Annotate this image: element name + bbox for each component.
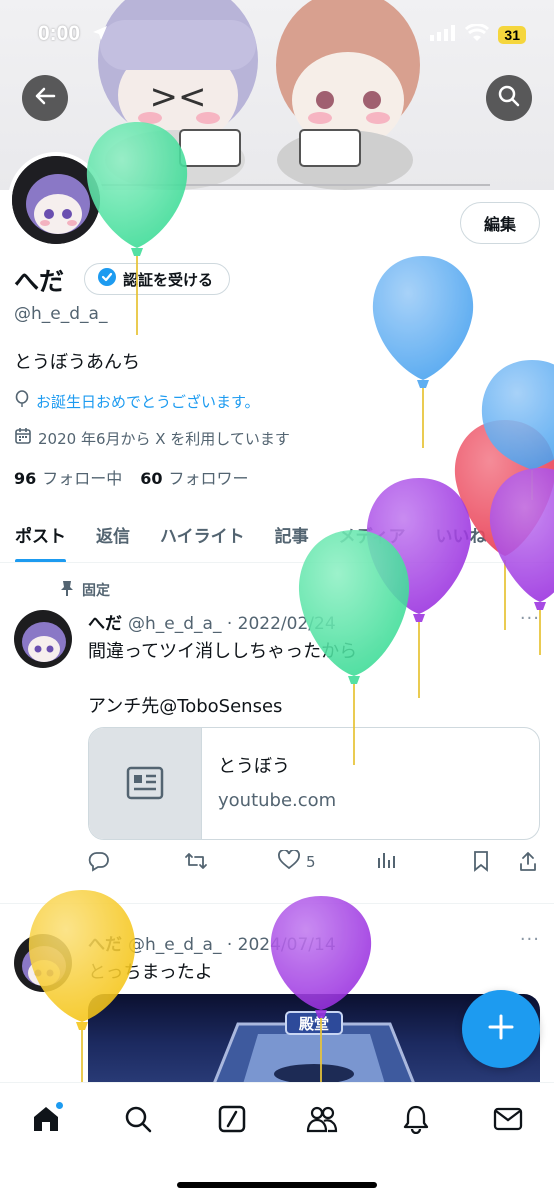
- followers-link[interactable]: 60 フォロワー: [140, 465, 248, 489]
- get-verified-button[interactable]: 認証を受ける: [84, 263, 231, 295]
- link-card-domain: youtube.com: [218, 790, 337, 811]
- pin-icon: [60, 580, 74, 600]
- nav-communities[interactable]: [302, 1101, 342, 1141]
- tab-posts[interactable]: ポスト: [0, 505, 81, 562]
- balloon-icon: [372, 256, 474, 448]
- nav-home[interactable]: [26, 1101, 66, 1141]
- profile-tabs: ポスト 返信 ハイライト 記事 メディア いいね: [0, 505, 554, 563]
- post-image-label: 殿堂: [298, 1015, 329, 1033]
- back-arrow-icon: [34, 85, 56, 111]
- post-handle-date: @h_e_d_a_ · 2024/07/14: [128, 935, 336, 955]
- grok-icon: [218, 1105, 246, 1137]
- post-text-line: 間違ってツイ消ししちゃったから: [88, 641, 358, 662]
- post-author-name[interactable]: へだ: [88, 935, 122, 955]
- compose-post-button[interactable]: [462, 990, 540, 1068]
- balloon-icon: [481, 360, 554, 500]
- birthday-text[interactable]: お誕生日おめでとうございます。: [36, 391, 260, 412]
- verified-badge-icon: [97, 267, 117, 291]
- post-header: へだ @h_e_d_a_ · 2022/02/24: [88, 609, 336, 634]
- following-count: 96: [14, 469, 37, 488]
- link-card[interactable]: とうぼう youtube.com: [88, 727, 540, 840]
- nav-grok[interactable]: [212, 1101, 252, 1141]
- heart-icon: [278, 849, 300, 874]
- get-verified-label: 認証を受ける: [123, 270, 214, 289]
- like-count: 5: [306, 853, 316, 871]
- post-divider: [0, 903, 554, 904]
- calendar-icon: [14, 427, 32, 449]
- communities-icon: [306, 1105, 338, 1137]
- profile-bio: とうぼうあんち: [14, 352, 140, 373]
- post-text-line: とっちまったよ: [88, 962, 213, 983]
- cellular-signal-icon: [430, 25, 456, 45]
- nav-messages[interactable]: [488, 1101, 528, 1141]
- profile-name: へだ: [14, 267, 65, 296]
- wifi-icon: [465, 23, 490, 46]
- post-header: へだ @h_e_d_a_ · 2024/07/14: [88, 930, 336, 955]
- location-arrow-icon: [92, 25, 108, 45]
- link-card-thumbnail: [89, 728, 202, 839]
- tab-media[interactable]: メディア: [324, 505, 421, 562]
- battery-indicator: 31: [498, 26, 526, 44]
- followers-label: フォロワー: [168, 469, 249, 488]
- status-bar: 0:00 31: [0, 0, 554, 70]
- svg-text:><: ><: [150, 77, 207, 117]
- back-button[interactable]: [22, 75, 68, 121]
- search-icon: [498, 85, 520, 111]
- post-handle-date: @h_e_d_a_ · 2022/02/24: [128, 614, 336, 634]
- search-button[interactable]: [486, 75, 532, 121]
- joined-row: 2020 年6月から X を利用しています: [14, 427, 290, 449]
- following-label: フォロー中: [42, 469, 123, 488]
- bell-icon: [402, 1104, 430, 1138]
- plus-icon: [487, 1013, 515, 1045]
- views-button[interactable]: [376, 850, 396, 874]
- profile-avatar[interactable]: [8, 152, 104, 248]
- link-card-title: とうぼう: [218, 756, 290, 777]
- link-card-icon: [126, 766, 164, 804]
- follow-stats: 96 フォロー中 60 フォロワー: [14, 465, 249, 489]
- share-button[interactable]: [518, 850, 538, 876]
- mail-icon: [493, 1106, 523, 1136]
- pinned-label: 固定: [82, 583, 110, 599]
- post-author-name[interactable]: へだ: [88, 614, 122, 634]
- like-button[interactable]: 5: [278, 849, 316, 874]
- bookmark-button[interactable]: [472, 850, 490, 876]
- reply-icon: [88, 850, 110, 876]
- post-avatar[interactable]: [14, 610, 72, 668]
- post-text-line: アンチ先@ToboSenses: [88, 696, 283, 717]
- share-icon: [518, 850, 538, 876]
- post-more-button[interactable]: ···: [520, 929, 540, 950]
- search-icon: [124, 1105, 152, 1137]
- post-more-button[interactable]: ···: [520, 608, 540, 629]
- tab-replies[interactable]: 返信: [81, 505, 145, 562]
- tab-highlights[interactable]: ハイライト: [145, 505, 260, 562]
- birthday-row[interactable]: お誕生日おめでとうございます。: [14, 390, 260, 412]
- reply-button[interactable]: [88, 850, 110, 876]
- nav-notifications[interactable]: [396, 1101, 436, 1141]
- profile-handle: @h_e_d_a_: [14, 304, 108, 324]
- views-icon: [376, 850, 396, 874]
- pinned-indicator: 固定: [60, 580, 110, 600]
- post-avatar[interactable]: [14, 934, 72, 992]
- tab-articles[interactable]: 記事: [260, 505, 324, 562]
- bookmark-icon: [472, 850, 490, 876]
- edit-profile-button[interactable]: 編集: [460, 202, 540, 244]
- home-indicator: [177, 1182, 377, 1188]
- following-link[interactable]: 96 フォロー中: [14, 465, 122, 489]
- joined-text: 2020 年6月から X を利用しています: [38, 429, 290, 448]
- notification-dot: [55, 1101, 64, 1110]
- status-time: 0:00: [38, 22, 81, 45]
- retweet-button[interactable]: [184, 850, 208, 876]
- post-actions: 5: [88, 849, 540, 880]
- followers-count: 60: [140, 469, 163, 488]
- avatar-illustration: [12, 156, 100, 244]
- balloon-icon: [14, 390, 30, 412]
- retweet-icon: [184, 850, 208, 876]
- nav-search[interactable]: [118, 1101, 158, 1141]
- tab-likes[interactable]: いいね: [420, 505, 501, 562]
